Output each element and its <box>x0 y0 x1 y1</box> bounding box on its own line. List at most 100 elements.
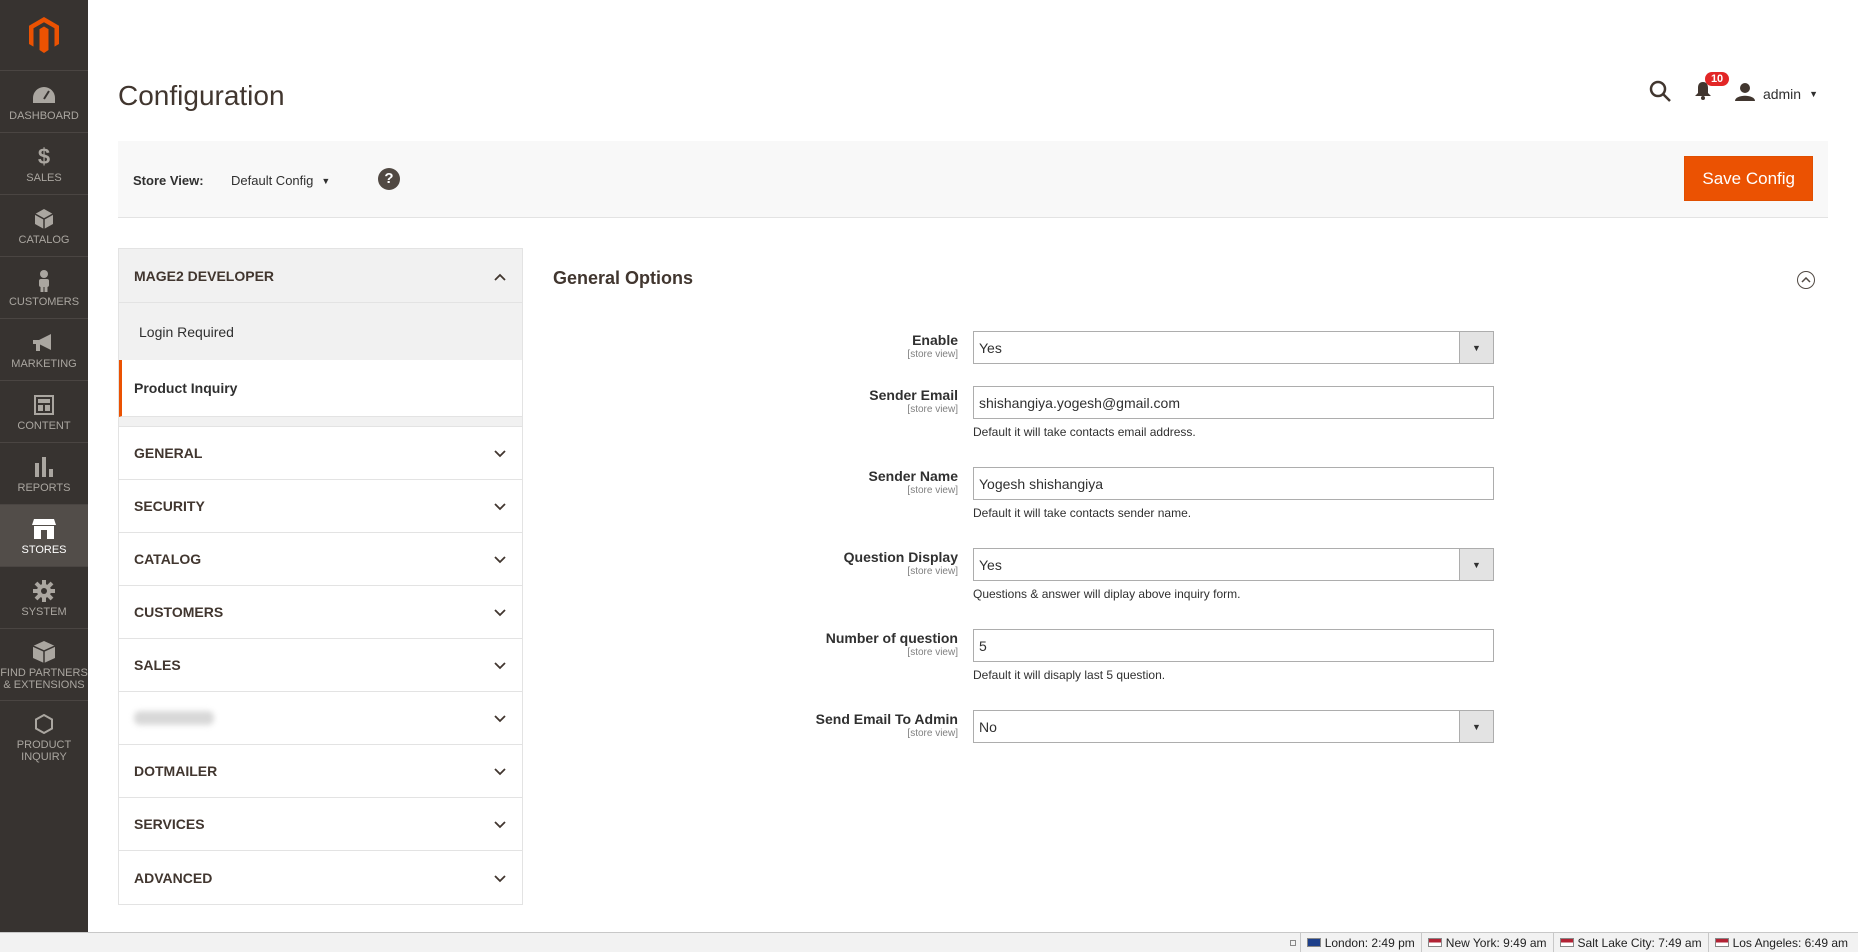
section-title-general-options[interactable]: General Options <box>553 268 693 289</box>
dollar-icon: $ <box>37 143 51 169</box>
clock-london: London: 2:49 pm <box>1299 933 1421 952</box>
label-text: Send Email To Admin <box>815 711 958 727</box>
chevron-down-icon <box>494 816 506 832</box>
sender-email-value: shishangiya.yogesh@gmail.com <box>979 394 1180 411</box>
number-of-question-input[interactable]: 5 <box>973 629 1494 662</box>
chevron-down-icon: ▼ <box>1809 88 1818 99</box>
nav-customers-label: CUSTOMERS <box>8 295 80 308</box>
tab-group-title: MAGE2 DEVELOPER <box>134 267 275 284</box>
nav-marketing[interactable]: MARKETING <box>0 318 88 380</box>
tab-section-blurred[interactable] <box>119 692 522 745</box>
store-view-switcher[interactable]: Default Config ▼ <box>231 173 330 188</box>
nav-system-label: SYSTEM <box>21 605 67 618</box>
store-view-label: Store View: <box>133 173 204 188</box>
tab-section-label: CUSTOMERS <box>134 604 224 620</box>
tab-product-inquiry[interactable]: Product Inquiry <box>119 360 522 417</box>
scope-label: [store view] <box>907 728 958 739</box>
nav-dashboard[interactable]: DASHBOARD <box>0 70 88 132</box>
user-icon <box>1734 83 1755 104</box>
chevron-up-icon <box>494 268 506 284</box>
chevron-down-icon <box>494 498 506 514</box>
nav-stores-label: STORES <box>21 543 67 556</box>
us-flag-icon <box>1559 938 1574 947</box>
select-arrow-icon: ▼ <box>1459 711 1493 742</box>
store-view-value: Default Config <box>231 173 314 188</box>
sender-name-input[interactable]: Yogesh shishangiya <box>973 467 1494 500</box>
clock-text: Los Angeles: 6:49 am <box>1732 935 1848 950</box>
tab-section-security[interactable]: SECURITY <box>119 480 522 533</box>
tab-section-label: CATALOG <box>134 551 202 567</box>
nav-catalog[interactable]: CATALOG <box>0 194 88 256</box>
question-display-note: Questions & answer will diplay above inq… <box>973 587 1241 601</box>
field-label-enable: Enable [store view] <box>658 332 958 360</box>
tab-section-dotmailer[interactable]: DOTMAILER <box>119 745 522 798</box>
tab-section-label: ADVANCED <box>134 869 213 886</box>
nav-sales-label: SALES <box>26 171 62 184</box>
tab-section-customers[interactable]: CUSTOMERS <box>119 586 522 639</box>
admin-sidebar: DASHBOARD $ SALES CATALOG CUSTOMERS MARK… <box>0 0 88 932</box>
chevron-down-icon <box>494 445 506 461</box>
tab-divider <box>119 417 522 427</box>
layout-icon <box>34 392 54 418</box>
send-email-to-admin-select[interactable]: No ▼ <box>973 710 1494 743</box>
enable-select[interactable]: Yes ▼ <box>973 331 1494 364</box>
header-actions: 10 admin ▼ <box>1649 72 1818 107</box>
tab-section-catalog[interactable]: CATALOG <box>119 533 522 586</box>
number-of-question-value: 5 <box>979 637 987 654</box>
nav-stores[interactable]: STORES <box>0 504 88 566</box>
clock-los-angeles: Los Angeles: 6:49 am <box>1707 933 1854 952</box>
admin-username: admin <box>1762 85 1802 102</box>
admin-user-menu[interactable]: admin ▼ <box>1734 83 1818 104</box>
nav-system[interactable]: SYSTEM <box>0 566 88 628</box>
save-config-button[interactable]: Save Config <box>1684 156 1813 201</box>
question-display-select[interactable]: Yes ▼ <box>973 548 1494 581</box>
clock-text: New York: 9:49 am <box>1445 935 1547 950</box>
gear-icon <box>33 578 55 604</box>
help-icon[interactable]: ? <box>378 168 400 190</box>
megaphone-icon <box>33 330 55 356</box>
label-text: Enable <box>912 332 958 348</box>
dashboard-icon <box>33 82 55 108</box>
field-label-send-email-to-admin: Send Email To Admin [store view] <box>658 711 958 739</box>
bar-chart-icon <box>35 454 53 480</box>
clock-new-york: New York: 9:49 am <box>1420 933 1553 952</box>
tab-section-services[interactable]: SERVICES <box>119 798 522 851</box>
nav-customers[interactable]: CUSTOMERS <box>0 256 88 318</box>
tab-group-mage2-developer[interactable]: MAGE2 DEVELOPER <box>119 249 522 303</box>
store-view-bar: Store View: Default Config ▼ ? Save Conf… <box>118 141 1828 218</box>
nav-product-inquiry[interactable]: PRODUCT INQUIRY <box>0 700 88 772</box>
scope-label: [store view] <box>907 566 958 577</box>
partners-icon <box>33 639 55 665</box>
field-label-sender-name: Sender Name [store view] <box>658 468 958 496</box>
clock-bar-handle-icon <box>1289 939 1296 946</box>
sender-email-input[interactable]: shishangiya.yogesh@gmail.com <box>973 386 1494 419</box>
blurred-section-label <box>134 711 214 725</box>
field-label-sender-email: Sender Email [store view] <box>658 387 958 415</box>
person-icon <box>37 268 51 294</box>
sender-name-note: Default it will take contacts sender nam… <box>973 506 1192 520</box>
nav-marketing-label: MARKETING <box>11 357 77 370</box>
select-arrow-icon: ▼ <box>1459 332 1493 363</box>
tab-login-required[interactable]: Login Required <box>119 303 522 360</box>
world-clock-bar: London: 2:49 pm New York: 9:49 am Salt L… <box>0 932 1858 952</box>
number-of-question-note: Default it will disaply last 5 question. <box>973 668 1166 682</box>
tab-section-label: GENERAL <box>134 445 203 461</box>
tab-section-general[interactable]: GENERAL <box>119 427 522 480</box>
notifications-button[interactable]: 10 <box>1694 72 1730 105</box>
magento-logo[interactable] <box>0 0 88 70</box>
sender-email-note: Default it will take contacts email addr… <box>973 425 1196 439</box>
tab-section-advanced[interactable]: ADVANCED <box>119 851 522 904</box>
us-flag-icon <box>1427 938 1442 947</box>
search-icon[interactable] <box>1649 80 1671 107</box>
nav-find-partners[interactable]: FIND PARTNERS & EXTENSIONS <box>0 628 88 700</box>
sender-name-value: Yogesh shishangiya <box>979 475 1104 492</box>
nav-sales[interactable]: $ SALES <box>0 132 88 194</box>
nav-catalog-label: CATALOG <box>18 233 70 246</box>
clock-salt-lake-city: Salt Lake City: 7:49 am <box>1552 933 1708 952</box>
collapse-section-icon[interactable] <box>1797 271 1815 289</box>
caret-down-icon: ▼ <box>321 175 331 186</box>
nav-reports[interactable]: REPORTS <box>0 442 88 504</box>
clock-text: London: 2:49 pm <box>1324 935 1415 950</box>
nav-content[interactable]: CONTENT <box>0 380 88 442</box>
tab-section-sales[interactable]: SALES <box>119 639 522 692</box>
